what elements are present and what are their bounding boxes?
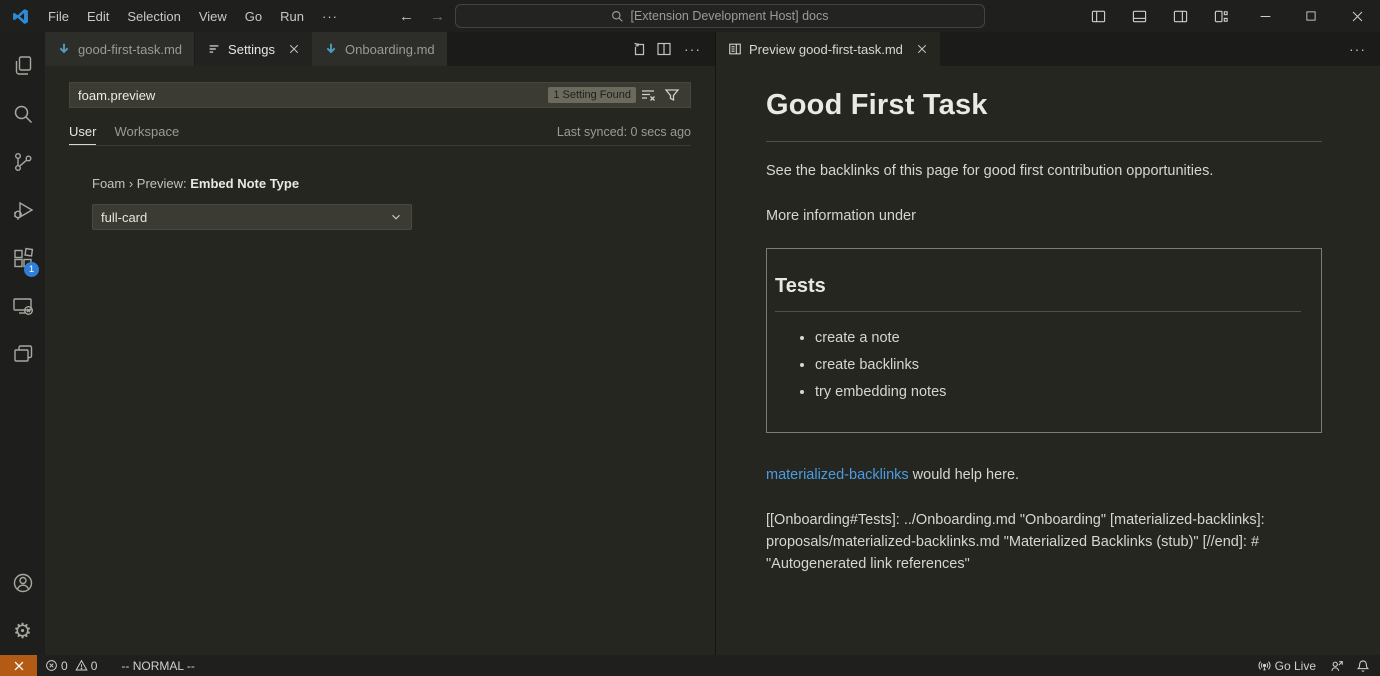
search-sidebar-icon[interactable]: [0, 90, 45, 138]
settings-search-box[interactable]: 1 Setting Found: [69, 82, 691, 108]
more-actions-icon[interactable]: ···: [680, 41, 705, 57]
status-bar: 0 0 -- NORMAL -- Go Live: [0, 655, 1380, 676]
extensions-badge: 1: [24, 262, 39, 277]
tab-good-first-task[interactable]: good-first-task.md: [45, 32, 194, 66]
embed-note-type-select[interactable]: full-card: [92, 204, 412, 230]
errors-count: 0: [61, 659, 68, 673]
menu-overflow[interactable]: ···: [313, 9, 347, 24]
list-item: try embedding notes: [815, 382, 1301, 404]
settings-search-input[interactable]: [78, 88, 548, 103]
embedded-note-card: Tests create a note create backlinks try…: [766, 248, 1322, 433]
menu-edit[interactable]: Edit: [78, 9, 118, 24]
go-live-label: Go Live: [1275, 659, 1316, 673]
windows-panel-icon[interactable]: [0, 330, 45, 378]
markdown-file-icon: [324, 42, 338, 56]
menu-file[interactable]: File: [39, 9, 78, 24]
clear-search-results-icon[interactable]: [636, 87, 660, 103]
extensions-icon[interactable]: 1: [0, 234, 45, 282]
problems-status[interactable]: 0 0: [39, 655, 103, 676]
notifications-bell-icon[interactable]: [1352, 655, 1380, 676]
minimize-button[interactable]: [1242, 0, 1288, 32]
editor-group-right: Preview good-first-task.md ··· Good Firs…: [716, 32, 1380, 655]
close-tab-icon[interactable]: [916, 43, 928, 55]
list-item: create backlinks: [815, 355, 1301, 377]
menu-go[interactable]: Go: [236, 9, 271, 24]
tab-bar-left: good-first-task.md Settings Onboarding.: [45, 32, 715, 66]
settings-editor: 1 Setting Found User Workspace Last sync…: [45, 66, 715, 655]
settings-count-badge: 1 Setting Found: [548, 87, 636, 103]
materialized-backlinks-link[interactable]: materialized-backlinks: [766, 467, 909, 483]
settings-gear-icon[interactable]: ⚙: [0, 607, 45, 655]
search-icon: [611, 10, 624, 23]
run-debug-icon[interactable]: [0, 186, 45, 234]
source-control-icon[interactable]: [0, 138, 45, 186]
nav-back-icon[interactable]: ←: [399, 8, 414, 25]
link-suffix: would help here.: [909, 467, 1019, 483]
settings-editor-icon: [207, 42, 221, 56]
explorer-icon[interactable]: [0, 42, 45, 90]
menu-view[interactable]: View: [190, 9, 236, 24]
markdown-file-icon: [57, 42, 71, 56]
setting-category: Foam › Preview:: [92, 176, 190, 191]
tab-settings[interactable]: Settings: [195, 32, 312, 66]
nav-forward-icon: →: [430, 8, 445, 25]
menu-run[interactable]: Run: [271, 9, 313, 24]
select-value: full-card: [101, 210, 147, 225]
tab-label: Settings: [228, 42, 275, 57]
tab-bar-right: Preview good-first-task.md ···: [716, 32, 1380, 66]
markdown-preview: Good First Task See the backlinks of thi…: [716, 66, 1380, 655]
more-actions-icon[interactable]: ···: [1345, 41, 1370, 57]
warnings-icon: [75, 659, 88, 672]
remote-indicator[interactable]: [0, 655, 37, 676]
toggle-primary-sidebar-icon[interactable]: [1078, 9, 1119, 24]
toggle-secondary-sidebar-icon[interactable]: [1160, 9, 1201, 24]
go-live-button[interactable]: Go Live: [1252, 655, 1322, 676]
broadcast-icon: [1258, 659, 1271, 672]
settings-scope-tabs: User Workspace Last synced: 0 secs ago: [69, 118, 691, 146]
feedback-icon[interactable]: [1322, 655, 1352, 676]
editor-group-left: good-first-task.md Settings Onboarding.: [45, 32, 716, 655]
preview-intro: See the backlinks of this page for good …: [766, 161, 1322, 183]
warnings-count: 0: [91, 659, 98, 673]
scope-tab-workspace[interactable]: Workspace: [114, 118, 179, 145]
tab-label: good-first-task.md: [78, 42, 182, 57]
chevron-down-icon: [389, 210, 403, 224]
accounts-icon[interactable]: [0, 559, 45, 607]
command-center-label: [Extension Development Host] docs: [630, 9, 828, 23]
errors-icon: [45, 659, 58, 672]
open-settings-json-icon[interactable]: [632, 41, 648, 57]
backlinks-paragraph: materialized-backlinks would help here.: [766, 465, 1322, 487]
embedded-note-list: create a note create backlinks try embed…: [775, 328, 1301, 403]
menu-selection[interactable]: Selection: [118, 9, 189, 24]
last-synced-label: Last synced: 0 secs ago: [557, 125, 691, 139]
toggle-panel-icon[interactable]: [1119, 9, 1160, 24]
list-item: create a note: [815, 328, 1301, 350]
scope-tab-user[interactable]: User: [69, 118, 96, 145]
open-preview-icon: [728, 42, 742, 56]
close-window-button[interactable]: [1334, 0, 1380, 32]
vim-mode-indicator: -- NORMAL --: [115, 655, 201, 676]
title-bar: File Edit Selection View Go Run ··· ← → …: [0, 0, 1380, 32]
embedded-note-title: Tests: [775, 271, 1301, 312]
link-references-text: [[Onboarding#Tests]: ../Onboarding.md "O…: [766, 510, 1322, 575]
tab-label: Preview good-first-task.md: [749, 42, 903, 57]
command-center-search[interactable]: [Extension Development Host] docs: [455, 4, 985, 28]
vscode-logo-icon: [12, 8, 29, 25]
tab-preview-good-first-task[interactable]: Preview good-first-task.md: [716, 32, 940, 66]
customize-layout-icon[interactable]: [1201, 9, 1242, 24]
setting-name: Embed Note Type: [190, 176, 299, 191]
tab-onboarding[interactable]: Onboarding.md: [312, 32, 447, 66]
activity-bar: 1 ⚙: [0, 32, 45, 655]
filter-settings-icon[interactable]: [660, 87, 684, 103]
maximize-button[interactable]: [1288, 0, 1334, 32]
preview-title: Good First Task: [766, 84, 1322, 142]
setting-embed-note-type: Foam › Preview: Embed Note Type full-car…: [92, 176, 715, 230]
tab-label: Onboarding.md: [345, 42, 435, 57]
close-tab-icon[interactable]: [288, 43, 300, 55]
preview-more-info: More information under: [766, 206, 1322, 228]
remote-explorer-icon[interactable]: [0, 282, 45, 330]
split-editor-icon[interactable]: [656, 41, 672, 57]
